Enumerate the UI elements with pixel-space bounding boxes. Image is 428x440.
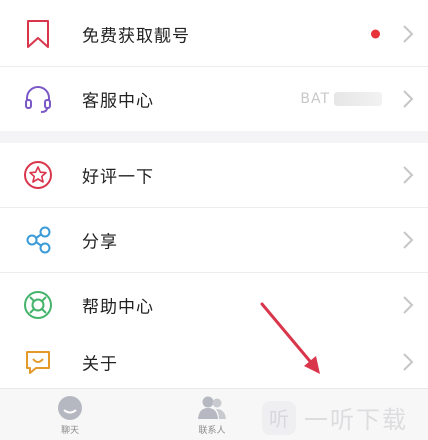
menu-item-label: 分享 (82, 232, 118, 253)
section-gap (0, 131, 428, 143)
menu-item-label: 帮助中心 (82, 297, 154, 318)
menu-item-label: 客服中心 (82, 91, 154, 112)
bookmark-icon (27, 20, 49, 48)
menu-item-share[interactable]: 分享 (0, 208, 428, 272)
menu-item-rate-app[interactable]: 好评一下 (0, 143, 428, 207)
menu-item-label: 关于 (82, 354, 118, 375)
menu-item-free-number[interactable]: 免费获取靓号 (0, 2, 428, 66)
menu-item-customer-service[interactable]: 客服中心 BAT (0, 67, 428, 131)
annotation-arrow (260, 302, 320, 374)
watermark-logo: 听 (262, 400, 296, 435)
chevron-right-icon (403, 231, 414, 249)
menu-item-label: 好评一下 (82, 167, 154, 188)
tab-chat[interactable]: 聊天 (30, 389, 110, 440)
contacts-icon (198, 396, 226, 419)
menu-item-help-center[interactable]: 帮助中心 (0, 273, 428, 337)
chevron-right-icon (403, 353, 414, 371)
share-icon (26, 226, 51, 254)
watermark: 听 一听下载 (262, 400, 408, 435)
chevron-right-icon (403, 90, 414, 108)
menu-item-label: 免费获取靓号 (82, 26, 190, 47)
star-badge-icon (24, 161, 52, 189)
menu-item-about[interactable]: 关于 (0, 333, 428, 391)
chat-face-icon (58, 396, 82, 420)
help-ring-icon (24, 291, 52, 319)
tab-label: 聊天 (60, 426, 79, 436)
chevron-right-icon (403, 25, 414, 43)
watermark-text: 一听下载 (304, 406, 408, 434)
tab-contacts[interactable]: 联系人 (172, 389, 252, 440)
chat-smile-icon (26, 351, 50, 374)
notification-dot (371, 29, 380, 39)
chevron-right-icon (403, 166, 414, 184)
tab-label: 联系人 (198, 426, 226, 436)
service-id-value: BAT (300, 91, 382, 107)
headset-icon (25, 86, 51, 113)
chevron-right-icon (403, 296, 414, 314)
